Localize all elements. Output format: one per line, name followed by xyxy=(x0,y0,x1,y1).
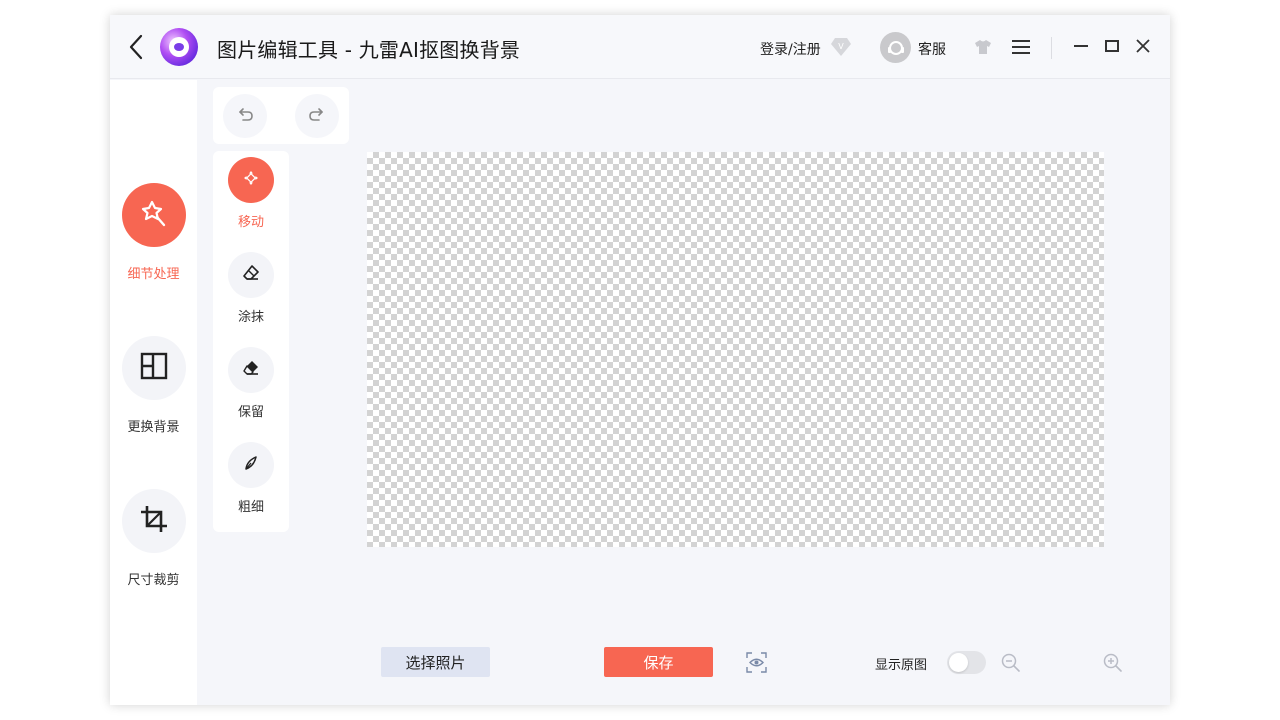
tool-brush-size-circle xyxy=(228,442,274,488)
select-photo-button[interactable]: 选择照片 xyxy=(381,647,490,677)
sidebar-item-label: 细节处理 xyxy=(127,267,180,282)
tools-panel: 移动 涂抹 保留 粗细 xyxy=(213,151,289,532)
tool-keep-circle xyxy=(228,347,274,393)
tool-brush-size[interactable]: 粗细 xyxy=(213,442,289,515)
tool-label: 粗细 xyxy=(237,500,264,515)
eraser-filled-icon xyxy=(242,359,260,381)
back-icon[interactable] xyxy=(126,33,148,61)
sidebar-item-crop[interactable]: 尺寸裁剪 xyxy=(110,489,197,588)
toggle-knob xyxy=(949,653,968,672)
customer-service-avatar[interactable] xyxy=(880,32,911,63)
show-original-toggle[interactable] xyxy=(947,651,986,674)
eraser-outline-icon xyxy=(242,264,260,286)
undo-button[interactable] xyxy=(223,94,267,138)
sidebar-item-detail[interactable]: 细节处理 xyxy=(110,183,197,282)
left-sidebar: 细节处理 更换背景 尺寸裁剪 xyxy=(110,80,197,705)
preview-eye-icon[interactable] xyxy=(746,652,767,673)
tool-move[interactable]: 移动 xyxy=(213,157,289,230)
move-icon xyxy=(242,169,260,191)
zoom-in-icon[interactable] xyxy=(1103,653,1122,672)
vip-diamond-icon[interactable]: V xyxy=(830,37,852,57)
close-icon[interactable] xyxy=(1134,37,1152,55)
tool-label: 涂抹 xyxy=(237,310,264,325)
titlebar-divider xyxy=(1051,37,1052,59)
show-original-label: 显示原图 xyxy=(875,658,928,673)
redo-button[interactable] xyxy=(295,94,339,138)
tool-move-circle xyxy=(228,157,274,203)
history-toolbar xyxy=(213,87,349,144)
sidebar-item-crop-circle xyxy=(121,489,186,553)
vip-badge-letter: V xyxy=(838,42,844,51)
save-button[interactable]: 保存 xyxy=(604,647,713,677)
tool-label: 保留 xyxy=(237,405,264,420)
skin-tshirt-icon[interactable] xyxy=(974,39,992,55)
undo-icon xyxy=(235,104,255,128)
zoom-out-icon[interactable] xyxy=(1001,653,1020,672)
tool-smear[interactable]: 涂抹 xyxy=(213,252,289,325)
sidebar-item-detail-circle xyxy=(121,183,186,247)
minimize-icon[interactable] xyxy=(1072,37,1090,55)
customer-service-label[interactable]: 客服 xyxy=(918,39,946,59)
redo-icon xyxy=(307,104,327,128)
login-register-link[interactable]: 登录/注册 xyxy=(760,39,821,59)
maximize-icon[interactable] xyxy=(1103,37,1121,55)
sidebar-item-background[interactable]: 更换背景 xyxy=(110,336,197,435)
hamburger-menu-icon[interactable] xyxy=(1012,39,1030,55)
sidebar-item-background-circle xyxy=(121,336,186,400)
title-bar: 图片编辑工具 - 九雷AI抠图换背景 登录/注册 V 客服 xyxy=(110,15,1170,79)
tool-label: 移动 xyxy=(237,215,264,230)
sparkle-wand-icon xyxy=(139,198,169,232)
app-title: 图片编辑工具 - 九雷AI抠图换背景 xyxy=(217,38,521,62)
brush-size-icon xyxy=(242,454,260,476)
sidebar-item-label: 更换背景 xyxy=(127,420,180,435)
app-logo xyxy=(160,28,198,66)
app-window: 图片编辑工具 - 九雷AI抠图换背景 登录/注册 V 客服 细节处理 更换背景 … xyxy=(110,15,1170,705)
tool-smear-circle xyxy=(228,252,274,298)
sidebar-item-label: 尺寸裁剪 xyxy=(127,573,180,588)
crop-icon xyxy=(139,504,169,538)
layout-panel-icon xyxy=(140,352,168,384)
tool-keep[interactable]: 保留 xyxy=(213,347,289,420)
transparent-canvas[interactable] xyxy=(367,152,1104,547)
